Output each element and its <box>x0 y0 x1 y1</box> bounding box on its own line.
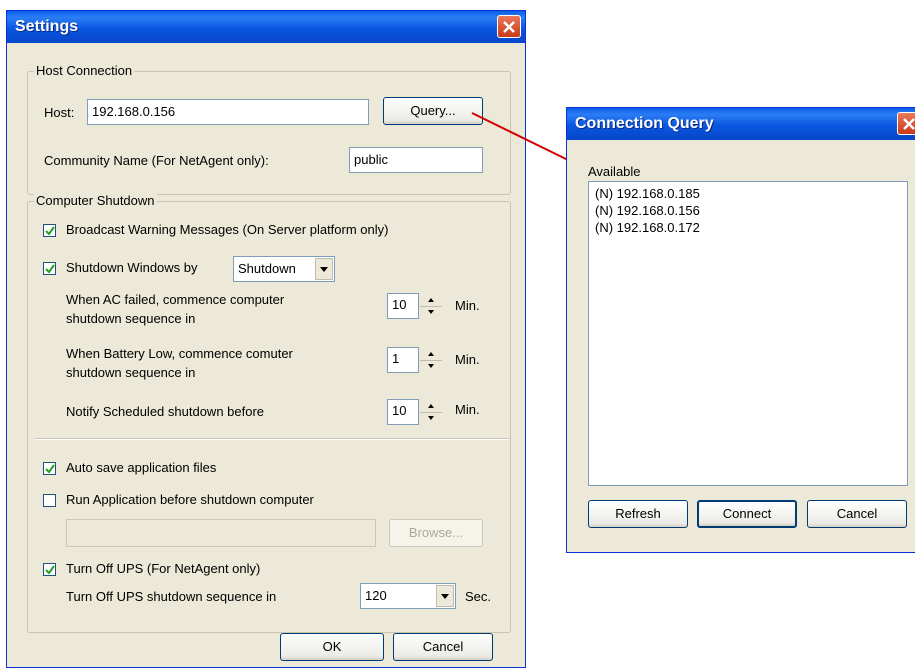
connection-query-close-button[interactable] <box>897 112 915 135</box>
list-item[interactable]: (N) 192.168.0.185 <box>595 185 700 203</box>
available-label: Available <box>588 164 641 179</box>
connect-button[interactable]: Connect <box>697 500 797 528</box>
refresh-button[interactable]: Refresh <box>588 500 688 528</box>
list-item[interactable]: (N) 192.168.0.156 <box>595 202 700 220</box>
connection-query-window: Connection Query Available (N) 192.168.0… <box>566 107 915 553</box>
connection-query-title: Connection Query <box>575 115 714 132</box>
list-item[interactable]: (N) 192.168.0.172 <box>595 219 700 237</box>
available-hosts-list[interactable]: (N) 192.168.0.185 (N) 192.168.0.156 (N) … <box>588 181 908 486</box>
connection-query-titlebar[interactable]: Connection Query <box>567 108 915 140</box>
cancel-query-button[interactable]: Cancel <box>807 500 907 528</box>
close-icon <box>903 118 915 130</box>
